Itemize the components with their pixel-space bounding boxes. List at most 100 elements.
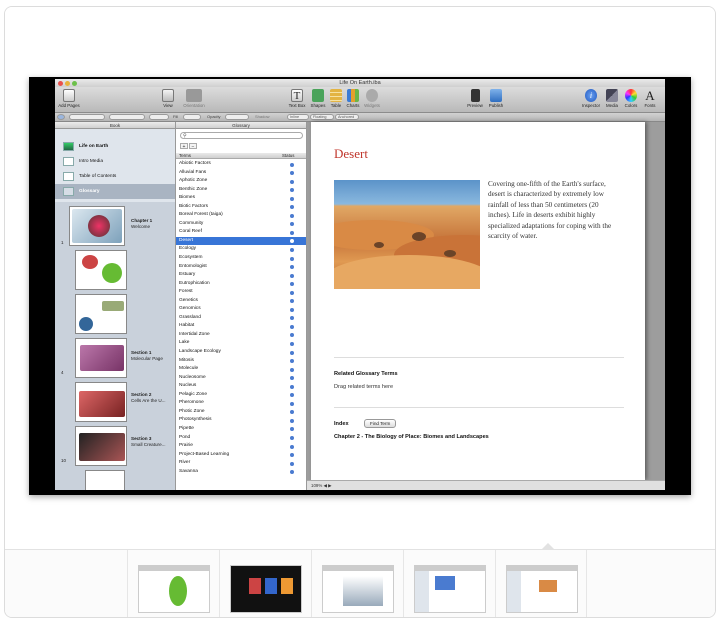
status-dot-icon bbox=[290, 213, 294, 218]
glossary-term-row[interactable]: Ecology bbox=[176, 245, 306, 254]
page-thumbnail[interactable] bbox=[75, 338, 127, 378]
gallery-thumb-5[interactable] bbox=[495, 550, 587, 617]
glossary-search-input[interactable]: ⚲ bbox=[180, 132, 303, 139]
glossary-term-row[interactable]: Coral Reef bbox=[176, 228, 306, 237]
glossary-term-row[interactable]: Prairie bbox=[176, 442, 306, 451]
gallery-thumb-1[interactable] bbox=[127, 550, 219, 617]
glossary-term-row[interactable]: Entomologist bbox=[176, 263, 306, 272]
glossary-term-label: Prairie bbox=[179, 443, 193, 449]
page-nav-arrows[interactable]: ◀ ▶ bbox=[323, 483, 331, 488]
page-thumbnail[interactable] bbox=[69, 206, 125, 246]
shapes-button[interactable]: Shapes bbox=[309, 89, 327, 108]
glossary-term-row[interactable]: Molecule bbox=[176, 365, 306, 374]
book-item-intro-media[interactable]: Intro Media bbox=[55, 154, 175, 169]
paragraph-style-select[interactable] bbox=[109, 114, 145, 120]
glossary-term-label: Genetics bbox=[179, 297, 198, 303]
close-window-button[interactable] bbox=[58, 81, 63, 86]
orientation-button[interactable]: Orientation bbox=[181, 89, 207, 108]
terms-column-header[interactable]: Terms bbox=[179, 153, 191, 159]
opacity-slider[interactable] bbox=[225, 114, 249, 120]
glossary-term-row[interactable]: Pheromone bbox=[176, 399, 306, 408]
view-button[interactable]: View bbox=[157, 89, 179, 108]
glossary-term-row[interactable]: Desert bbox=[176, 236, 306, 246]
page-thumbnail[interactable] bbox=[75, 426, 127, 466]
minimize-window-button[interactable] bbox=[65, 81, 70, 86]
glossary-term-row[interactable]: Nucleus bbox=[176, 382, 306, 391]
find-term-button[interactable]: Find Term bbox=[364, 419, 397, 428]
glossary-term-row[interactable]: Pond bbox=[176, 434, 306, 443]
glossary-term-row[interactable]: Abiotic Factors bbox=[176, 160, 306, 169]
toolbar: Add Pages View Orientation T Text Box Sha… bbox=[55, 87, 665, 113]
status-dot-icon bbox=[290, 239, 294, 244]
table-button[interactable]: Table bbox=[328, 89, 344, 108]
glossary-term-row[interactable]: Savanna bbox=[176, 468, 306, 477]
status-column-header[interactable]: Status bbox=[282, 153, 294, 159]
glossary-term-row[interactable]: Biotic Factors bbox=[176, 203, 306, 212]
glossary-term-row[interactable]: Estuary bbox=[176, 271, 306, 280]
size-select[interactable] bbox=[149, 114, 169, 120]
glossary-term-row[interactable]: Photosynthesis bbox=[176, 416, 306, 425]
glossary-term-row[interactable]: Genomics bbox=[176, 305, 306, 314]
media-button[interactable]: Media bbox=[603, 89, 621, 108]
gallery-thumb-2[interactable] bbox=[219, 550, 311, 617]
page-thumbnail[interactable] bbox=[85, 470, 125, 490]
glossary-term-row[interactable]: Genetics bbox=[176, 297, 306, 306]
glossary-term-row[interactable]: Pipette bbox=[176, 425, 306, 434]
glossary-term-row[interactable]: Boreal Forest (taiga) bbox=[176, 211, 306, 220]
glossary-term-label: Biomes bbox=[179, 195, 195, 201]
desert-photo[interactable] bbox=[334, 180, 480, 289]
gallery-thumb-3[interactable] bbox=[311, 550, 403, 617]
fill-select[interactable] bbox=[183, 114, 201, 120]
glossary-term-row[interactable]: Mitosis bbox=[176, 357, 306, 366]
fonts-button[interactable]: A Fonts bbox=[641, 89, 659, 108]
page-thumbnail[interactable] bbox=[75, 382, 127, 422]
glossary-term-row[interactable]: River bbox=[176, 459, 306, 468]
glossary-term-row[interactable]: Ecosystem bbox=[176, 254, 306, 263]
glossary-term-row[interactable]: Benthic Zone bbox=[176, 186, 306, 195]
widgets-button[interactable]: Widgets bbox=[362, 89, 382, 108]
glossary-term-row[interactable]: Aphotic Zone bbox=[176, 177, 306, 186]
inspector-button[interactable]: i Inspector bbox=[580, 89, 602, 108]
glossary-term-row[interactable]: Lake bbox=[176, 339, 306, 348]
publish-button[interactable]: Publish bbox=[486, 89, 506, 108]
glossary-term-row[interactable]: Habitat bbox=[176, 322, 306, 331]
glossary-term-row[interactable]: Forest bbox=[176, 288, 306, 297]
zoom-window-button[interactable] bbox=[72, 81, 77, 86]
glossary-term-row[interactable]: Pelagic Zone bbox=[176, 391, 306, 400]
text-box-button[interactable]: T Text Box bbox=[286, 89, 308, 108]
book-item-table-of-contents[interactable]: Table of Contents bbox=[55, 169, 175, 184]
style-select[interactable] bbox=[69, 114, 105, 120]
inline-button[interactable]: Inline bbox=[287, 114, 309, 120]
glossary-term-row[interactable]: Photic Zone bbox=[176, 408, 306, 417]
charts-button[interactable]: Charts bbox=[345, 89, 361, 108]
gallery-thumb-4[interactable] bbox=[403, 550, 495, 617]
page-thumbnail[interactable] bbox=[75, 250, 127, 290]
glossary-term-row[interactable]: Intertidal Zone bbox=[176, 331, 306, 340]
window-titlebar: Life On Earth.iba bbox=[55, 79, 665, 87]
status-dot-icon bbox=[290, 205, 294, 210]
term-definition[interactable]: Covering one-fifth of the Earth's surfac… bbox=[488, 179, 622, 241]
glossary-term-row[interactable]: Nucleosome bbox=[176, 374, 306, 383]
index-chapter-reference[interactable]: Chapter 2 - The Biology of Place: Biomes… bbox=[334, 434, 489, 440]
term-title[interactable]: Desert bbox=[334, 146, 368, 162]
glossary-term-row[interactable]: Community bbox=[176, 220, 306, 229]
preview-button[interactable]: Preview bbox=[465, 89, 485, 108]
glossary-term-row[interactable]: Eutrophication bbox=[176, 280, 306, 289]
book-item-life-on-earth[interactable]: Life on Earth bbox=[55, 139, 175, 154]
add-term-button[interactable]: + bbox=[180, 143, 188, 150]
add-pages-button[interactable]: Add Pages bbox=[58, 89, 80, 108]
glossary-term-row[interactable]: Grassland bbox=[176, 314, 306, 323]
glossary-term-row[interactable]: Project-Based Learning bbox=[176, 451, 306, 460]
page-thumbnail[interactable] bbox=[75, 294, 127, 334]
style-drawer-icon[interactable] bbox=[57, 114, 65, 120]
glossary-term-row[interactable]: Landscape Ecology bbox=[176, 348, 306, 357]
floating-button[interactable]: Floating bbox=[310, 114, 334, 120]
glossary-term-row[interactable]: Alluvial Fans bbox=[176, 169, 306, 178]
glossary-term-row[interactable]: Biomes bbox=[176, 194, 306, 203]
colors-button[interactable]: Colors bbox=[622, 89, 640, 108]
anchored-button[interactable]: Anchored bbox=[335, 114, 359, 120]
zoom-level[interactable]: 109% bbox=[311, 483, 322, 488]
related-terms-dropzone[interactable]: Drag related terms here bbox=[334, 384, 393, 390]
book-item-glossary[interactable]: Glossary bbox=[55, 184, 175, 199]
remove-term-button[interactable]: − bbox=[189, 143, 197, 150]
